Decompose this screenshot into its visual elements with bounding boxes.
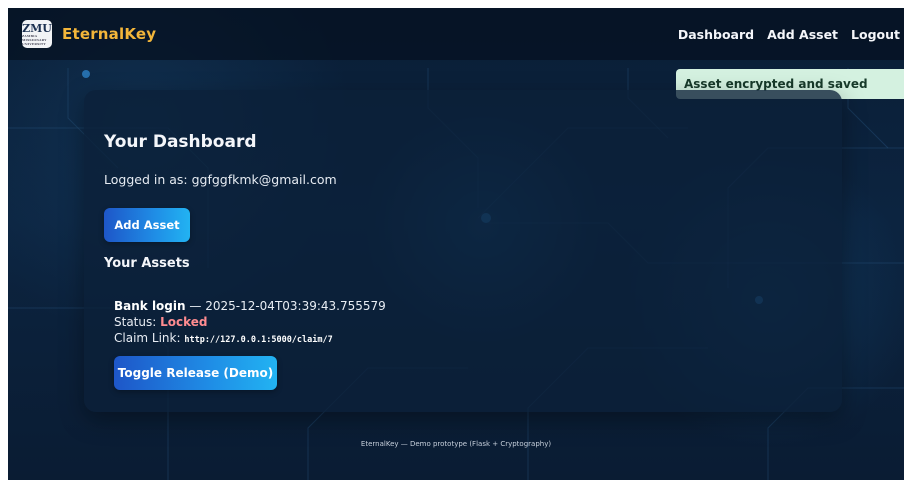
navbar: ZMU ZAMBIA MISSIONARY UNIVERSITY Eternal…: [8, 8, 904, 60]
asset-timestamp: 2025-12-04T03:39:43.755579: [205, 299, 386, 313]
asset-status-label: Status:: [114, 315, 161, 329]
asset-name: Bank login: [114, 299, 186, 313]
asset-separator: —: [185, 299, 206, 313]
brand-logo[interactable]: ZMU ZAMBIA MISSIONARY UNIVERSITY: [22, 20, 52, 48]
nav-links: Dashboard Add Asset Logout: [678, 27, 904, 42]
brand-logo-subtext: ZAMBIA MISSIONARY UNIVERSITY: [22, 33, 47, 46]
brand-logo-text: ZMU: [22, 21, 52, 35]
footer-text: EternalKey — Demo prototype (Flask + Cry…: [360, 440, 552, 448]
claim-link[interactable]: http://127.0.0.1:5000/claim/7: [184, 335, 332, 345]
dashboard-card: Your Dashboard Logged in as: ggfggfkmk@g…: [84, 90, 842, 412]
asset-claim-line: Claim Link: http://127.0.0.1:5000/claim/…: [114, 330, 614, 348]
assets-heading: Your Assets: [104, 256, 190, 271]
status-badge: Locked: [160, 315, 208, 329]
logged-in-text: Logged in as: ggfggfkmk@gmail.com: [104, 172, 337, 187]
asset-title-line: Bank login — 2025-12-04T03:39:43.755579: [114, 298, 614, 314]
nav-link-logout[interactable]: Logout: [851, 27, 900, 42]
asset-item: Bank login — 2025-12-04T03:39:43.755579 …: [114, 298, 614, 394]
nav-link-add-asset[interactable]: Add Asset: [767, 27, 838, 42]
toggle-release-button[interactable]: Toggle Release (Demo): [114, 356, 277, 390]
nav-link-dashboard[interactable]: Dashboard: [678, 27, 754, 42]
add-asset-button[interactable]: Add Asset: [104, 208, 190, 242]
brand-name[interactable]: EternalKey: [62, 25, 156, 43]
app-window: ZMU ZAMBIA MISSIONARY UNIVERSITY Eternal…: [8, 8, 904, 480]
page-title: Your Dashboard: [104, 132, 257, 152]
asset-status-line: Status: Locked: [114, 314, 614, 330]
asset-claim-label: Claim Link:: [114, 331, 185, 345]
